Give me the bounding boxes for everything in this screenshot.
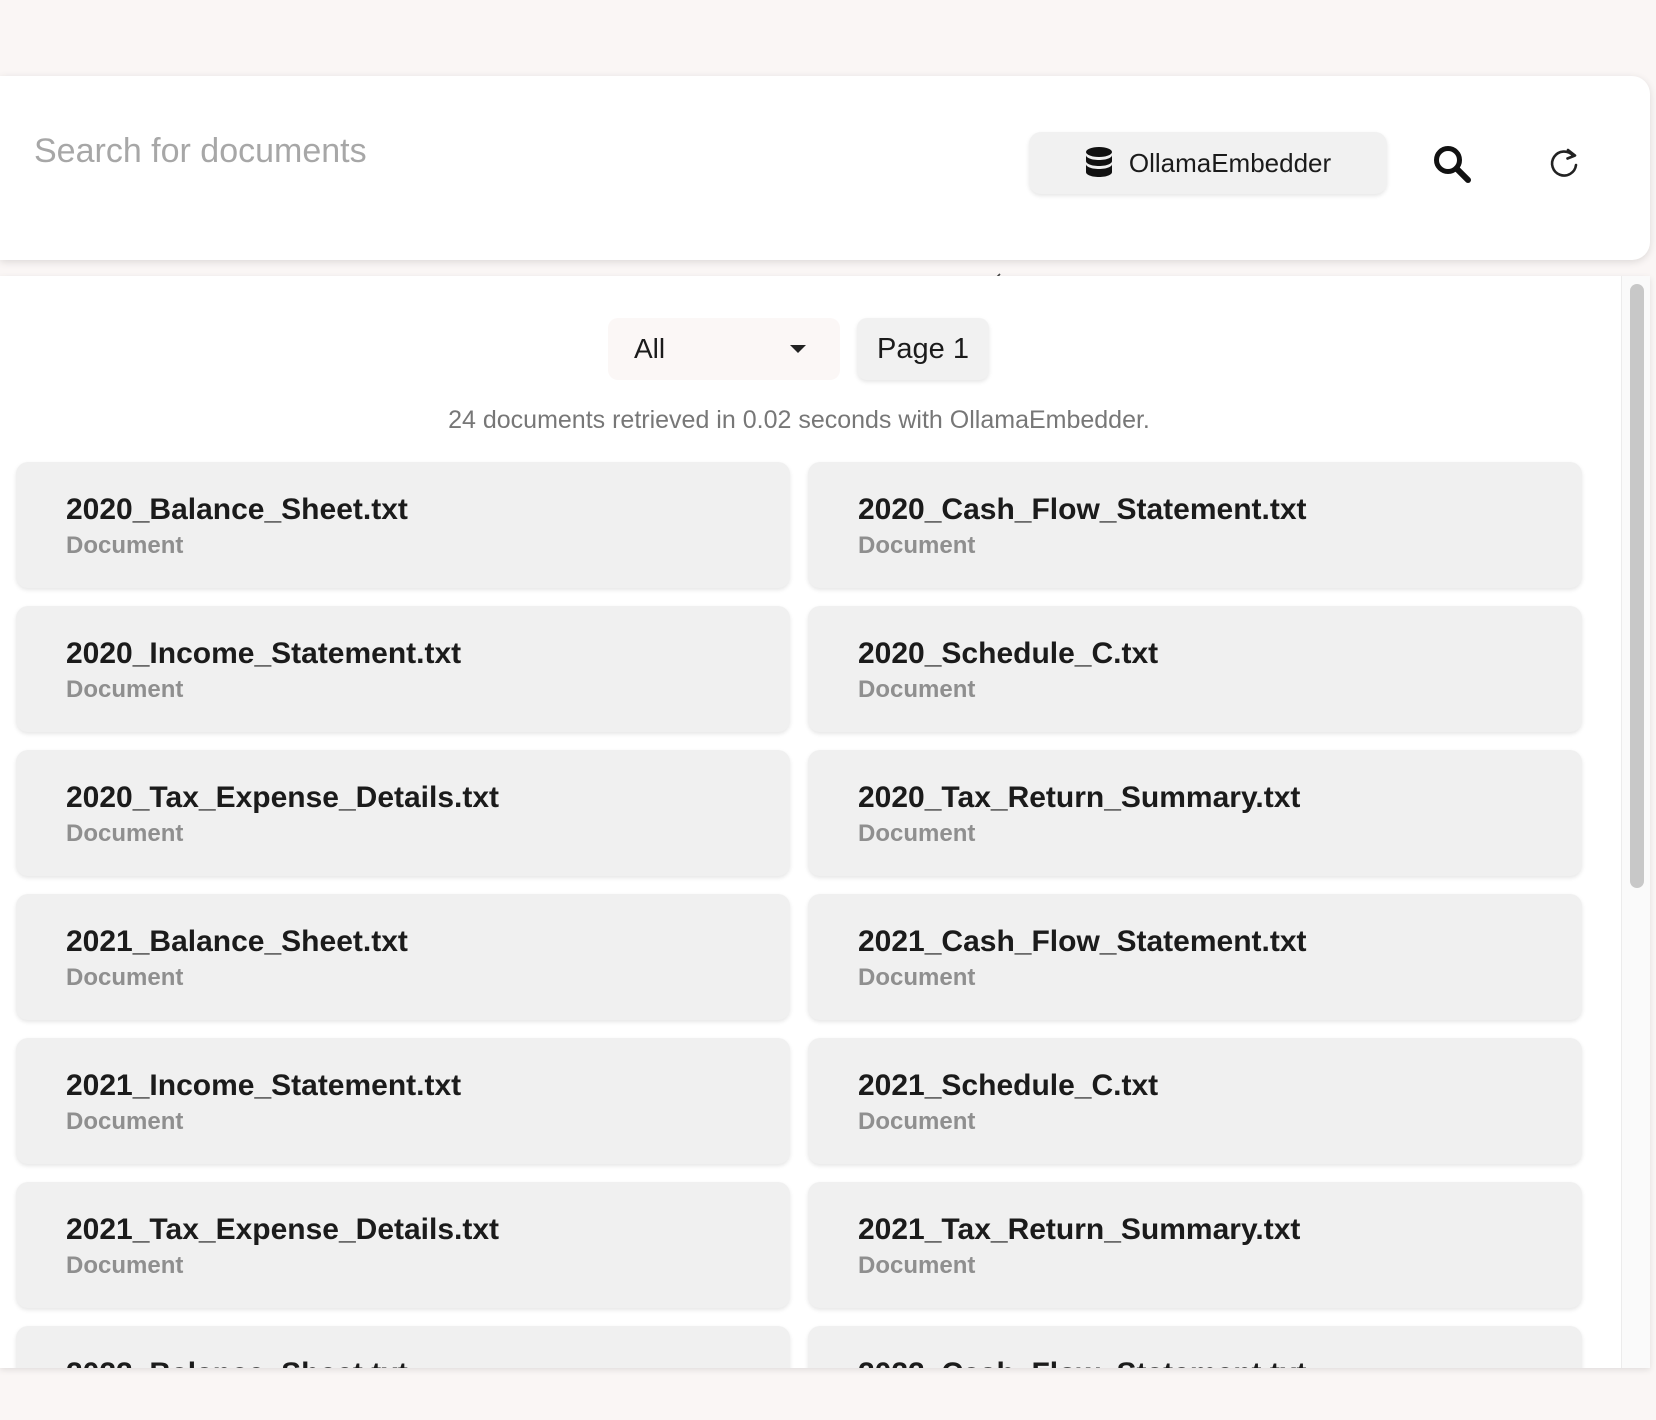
document-name: 2022_Balance_Sheet.txt bbox=[66, 1356, 790, 1368]
document-card[interactable]: 2020_Cash_Flow_Statement.txt Document bbox=[808, 462, 1582, 588]
document-card[interactable]: 2020_Balance_Sheet.txt Document bbox=[16, 462, 790, 588]
document-grid: 2020_Balance_Sheet.txt Document 2020_Cash_… bbox=[16, 462, 1582, 1368]
search-bar bbox=[0, 76, 1650, 287]
document-card[interactable]: 2021_Tax_Expense_Details.txt Document bbox=[16, 1182, 790, 1308]
document-name: 2020_Income_Statement.txt bbox=[66, 637, 462, 670]
chevron-down-icon bbox=[790, 345, 806, 353]
document-name: 2022_Cash_Flow_Statement.txt bbox=[858, 1356, 1582, 1368]
document-name: 2020_Balance_Sheet.txt bbox=[66, 493, 408, 526]
document-type: Document bbox=[858, 1108, 976, 1135]
document-name: 2021_Schedule_C.txt bbox=[858, 1069, 1159, 1102]
document-type: Document bbox=[66, 676, 184, 703]
document-type: Document bbox=[66, 532, 184, 559]
document-card[interactable]: 2022_Balance_Sheet.txtDocument bbox=[16, 1326, 790, 1368]
document-card[interactable]: 2021_Cash_Flow_Statement.txt Document bbox=[808, 894, 1582, 1020]
document-type: Document bbox=[858, 676, 976, 703]
results-panel: All Page 1 24 documents retrieved in 0.0… bbox=[0, 276, 1650, 1368]
document-card[interactable]: 2020_Tax_Return_Summary.txt Document bbox=[808, 750, 1582, 876]
document-type: Document bbox=[858, 1252, 976, 1279]
document-card[interactable]: 2020_Schedule_C.txt Document bbox=[808, 606, 1582, 732]
document-name: 2021_Tax_Expense_Details.txt bbox=[66, 1213, 500, 1246]
document-name: 2021_Cash_Flow_Statement.txt bbox=[858, 925, 1307, 958]
document-type: Document bbox=[858, 964, 976, 991]
document-card[interactable]: 2021_Schedule_C.txt Document bbox=[808, 1038, 1582, 1164]
document-name: 2021_Tax_Return_Summary.txt bbox=[858, 1213, 1301, 1246]
retrieval-status: 24 documents retrieved in 0.02 seconds w… bbox=[448, 406, 1150, 434]
document-card[interactable]: 2021_Tax_Return_Summary.txt Document bbox=[808, 1182, 1582, 1308]
document-card[interactable]: 2020_Tax_Expense_Details.txt Document bbox=[16, 750, 790, 876]
search-icon bbox=[1434, 146, 1471, 183]
embedder-label: OllamaEmbedder bbox=[1128, 147, 1332, 178]
document-type: Document bbox=[66, 1252, 184, 1279]
scrollbar[interactable] bbox=[1621, 276, 1650, 1368]
document-name: 2021_Income_Statement.txt bbox=[66, 1069, 462, 1102]
search-input[interactable] bbox=[34, 132, 984, 232]
document-card[interactable]: 2021_Income_Statement.txt Document bbox=[16, 1038, 790, 1164]
embedder-button[interactable]: OllamaEmbedder bbox=[1029, 132, 1387, 194]
refresh-button[interactable] bbox=[1534, 134, 1594, 194]
document-type: Document bbox=[66, 820, 184, 847]
search-button[interactable] bbox=[1422, 134, 1482, 194]
document-type: Document bbox=[66, 1108, 184, 1135]
document-name: 2020_Schedule_C.txt bbox=[858, 637, 1159, 670]
document-card[interactable]: 2021_Balance_Sheet.txt Document bbox=[16, 894, 790, 1020]
scrollbar-thumb[interactable] bbox=[1630, 284, 1644, 888]
document-name: 2021_Balance_Sheet.txt bbox=[66, 925, 408, 958]
document-type: Document bbox=[858, 532, 976, 559]
refresh-icon bbox=[1550, 148, 1578, 177]
document-type: Document bbox=[66, 964, 184, 991]
page-button[interactable]: Page 1 bbox=[857, 318, 989, 380]
document-type: Document bbox=[858, 820, 976, 847]
document-name: 2020_Tax_Expense_Details.txt bbox=[66, 781, 500, 814]
document-type-filter[interactable]: All bbox=[608, 318, 840, 380]
document-name: 2020_Tax_Return_Summary.txt bbox=[858, 781, 1301, 814]
document-card[interactable]: 2020_Income_Statement.txt Document bbox=[16, 606, 790, 732]
document-card[interactable]: 2022_Cash_Flow_Statement.txtDocument bbox=[808, 1326, 1582, 1368]
document-name: 2020_Cash_Flow_Statement.txt bbox=[858, 493, 1307, 526]
database-icon bbox=[1085, 147, 1112, 177]
filter-selected-value: All bbox=[634, 333, 666, 364]
